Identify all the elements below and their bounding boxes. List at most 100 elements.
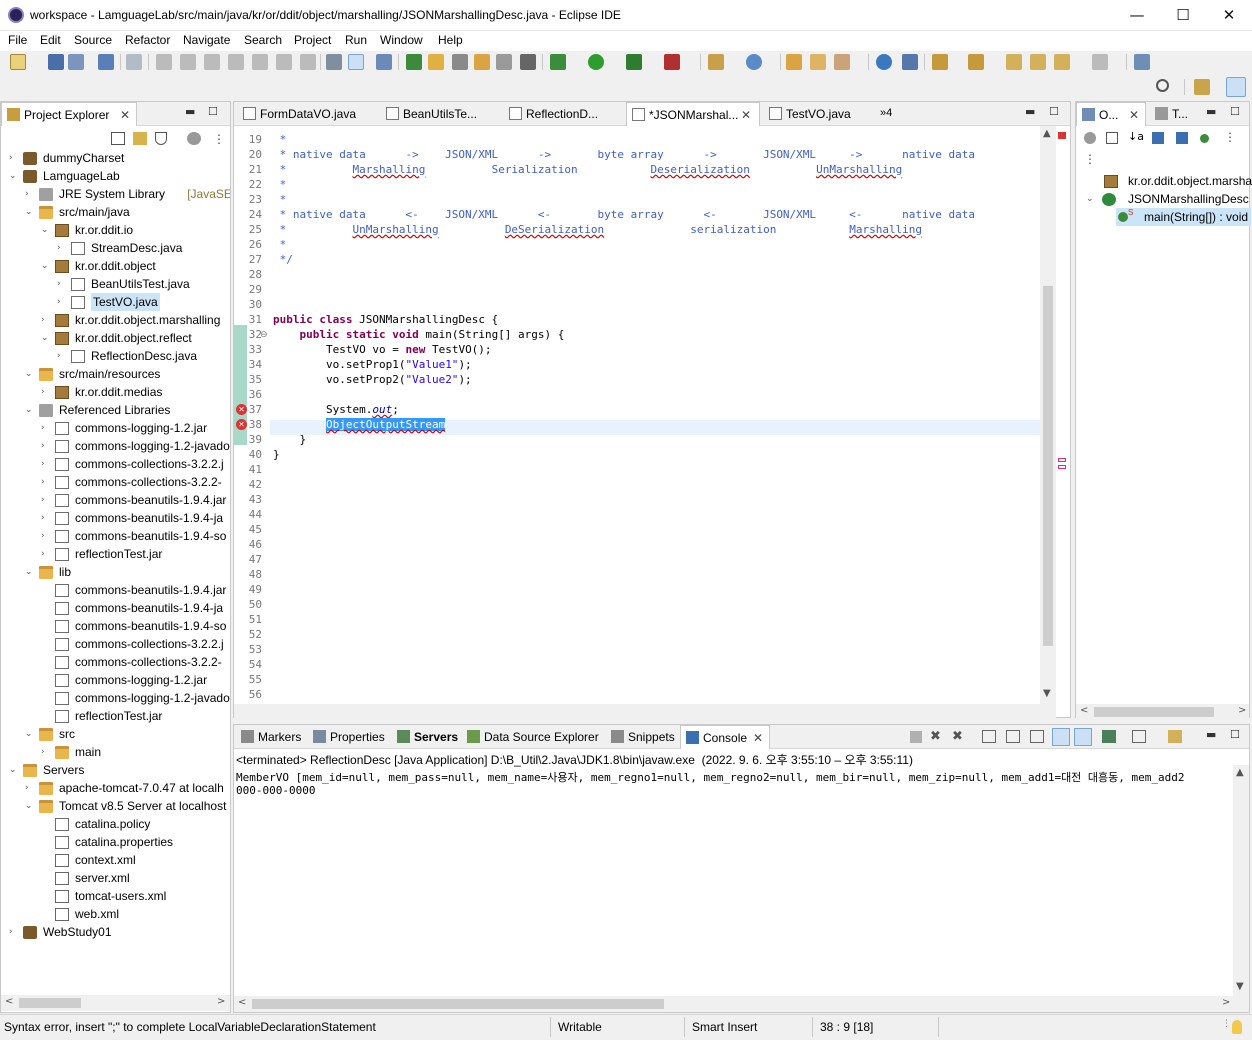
minimize-view-icon[interactable]: ▬ [185, 105, 195, 118]
remove-launch-icon[interactable]: ✖ [930, 729, 941, 744]
coverage-icon[interactable] [626, 54, 642, 70]
tab-servers[interactable]: Servers [392, 725, 460, 749]
tree-item[interactable]: › ReflectionDesc.java [57, 347, 230, 365]
tab-outline[interactable]: O... ✕ [1076, 102, 1146, 126]
search-icon[interactable] [1156, 79, 1169, 92]
tree-item[interactable]: › dummyCharset [9, 149, 230, 167]
editor-vscrollbar[interactable]: ▲ ▼ [1040, 126, 1056, 704]
view-menu-icon[interactable]: ⋮ [1224, 130, 1236, 144]
tab-properties[interactable]: Properties [308, 725, 390, 749]
back-arrow-icon[interactable] [1054, 54, 1070, 70]
chevron-down-icon[interactable]: ⌄ [9, 167, 19, 185]
menu-refactor[interactable]: Refactor [125, 33, 170, 47]
editor-tab-overflow[interactable]: »4 [880, 107, 892, 119]
clear-console-icon[interactable] [982, 730, 996, 743]
run-icon[interactable] [588, 54, 604, 70]
outline-hscrollbar[interactable]: < > [1076, 704, 1249, 720]
tree-item[interactable]: context.xml [41, 851, 230, 869]
tree-item[interactable]: › WebStudy01 [9, 923, 230, 941]
tab-console[interactable]: Console ✕ [680, 725, 770, 749]
editor-tab[interactable]: TestVO.java [764, 102, 880, 126]
toggle-breadcrumb-icon[interactable] [326, 54, 342, 70]
code-line[interactable]: * UnMarshalling DeSerialization serializ… [273, 223, 922, 236]
chevron-down-icon[interactable]: ⌄ [25, 797, 35, 815]
remove-all-icon[interactable]: ✖ [952, 729, 963, 744]
prev-edit-icon[interactable] [968, 54, 984, 70]
code-line[interactable]: public class JSONMarshallingDesc { [273, 313, 498, 326]
mark-occurrences-icon[interactable] [348, 54, 364, 70]
resume-icon[interactable] [156, 54, 172, 70]
minimize-editor-icon[interactable]: ▬ [1025, 105, 1035, 118]
tab-markers[interactable]: Markers [236, 725, 306, 749]
chevron-right-icon[interactable]: › [57, 239, 67, 257]
open-console-icon[interactable] [1168, 730, 1182, 743]
focus-icon[interactable] [1084, 132, 1096, 144]
code-line[interactable]: vo.setProp2("Value2"); [273, 373, 472, 386]
open-type-icon[interactable] [474, 54, 490, 70]
tree-item[interactable]: ⌄ lib [25, 563, 230, 581]
code-line[interactable]: * [273, 193, 287, 206]
close-icon[interactable]: ✕ [120, 103, 130, 126]
tree-item[interactable]: ⌄ kr.or.ddit.io [41, 221, 230, 239]
lightbulb-icon[interactable] [1232, 1020, 1242, 1034]
tree-item[interactable]: commons-collections-3.2.2.j [41, 635, 230, 653]
tree-item[interactable]: commons-beanutils-1.9.4-ja [41, 599, 230, 617]
tree-item[interactable]: › BeanUtilsTest.java [57, 275, 230, 293]
chevron-down-icon[interactable]: ⌄ [41, 329, 51, 347]
chevron-right-icon[interactable]: › [41, 545, 51, 563]
chevron-down-icon[interactable]: ⌄ [41, 257, 51, 275]
display-console-icon[interactable] [1132, 730, 1146, 743]
chevron-down-icon[interactable]: ⌄ [41, 221, 51, 239]
maximize-view-icon[interactable] [1134, 54, 1150, 70]
tree-item[interactable]: › commons-beanutils-1.9.4-ja [41, 509, 230, 527]
code-line[interactable]: * [273, 133, 287, 146]
chevron-down-icon[interactable]: ⌄ [25, 365, 35, 383]
tree-item[interactable]: › commons-collections-3.2.2- [41, 473, 230, 491]
chevron-down-icon[interactable]: ⌄ [25, 203, 35, 221]
open-perspective-icon[interactable] [1194, 79, 1210, 95]
close-icon[interactable]: ✕ [741, 103, 751, 126]
menu-window[interactable]: Window [380, 33, 423, 47]
code-line[interactable]: * [273, 178, 287, 191]
tree-item[interactable]: commons-collections-3.2.2- [41, 653, 230, 671]
chevron-down-icon[interactable]: ⌄ [25, 725, 35, 743]
tree-item[interactable]: › kr.or.ddit.object.marshalling [41, 311, 230, 329]
tree-item[interactable]: › commons-beanutils-1.9.4.jar [41, 491, 230, 509]
chevron-right-icon[interactable]: › [41, 455, 51, 473]
chevron-right-icon[interactable]: › [25, 779, 35, 797]
sort-icon[interactable]: ↓a [1128, 130, 1144, 143]
forward-arrow-icon[interactable] [1092, 54, 1108, 70]
code-line[interactable]: * Marshalling Serialization Deserializat… [273, 163, 903, 176]
chevron-right-icon[interactable]: › [41, 383, 51, 401]
console-vscrollbar[interactable]: ▲ ▼ [1233, 765, 1249, 997]
code-line[interactable]: * [273, 238, 287, 251]
console-hscrollbar[interactable]: < > [234, 996, 1249, 1012]
step-return-icon[interactable] [300, 54, 316, 70]
link-icon[interactable] [452, 54, 468, 70]
tree-item[interactable]: commons-logging-1.2.jar [41, 671, 230, 689]
chevron-right-icon[interactable]: › [41, 473, 51, 491]
step-into-icon[interactable] [252, 54, 268, 70]
tree-item[interactable]: ⌄ src/main/java [25, 203, 230, 221]
minimize-button[interactable]: — [1114, 0, 1160, 31]
tree-item[interactable]: reflectionTest.jar [41, 707, 230, 725]
suspend-icon[interactable] [180, 54, 196, 70]
deploy-icon[interactable] [902, 54, 918, 70]
open-folder-icon[interactable] [786, 54, 802, 70]
minimize-view-icon[interactable]: ▬ [1206, 105, 1216, 118]
new-java-project-icon[interactable] [708, 54, 724, 70]
chevron-right-icon[interactable]: › [41, 437, 51, 455]
show-console-stderr-icon[interactable] [1074, 728, 1092, 746]
disconnect-icon[interactable] [228, 54, 244, 70]
code-line[interactable]: * native data -> JSON/XML -> byte array … [273, 148, 975, 161]
close-window-button[interactable]: ✕ [1206, 0, 1252, 31]
code-line[interactable]: vo.setProp1("Value1"); [273, 358, 472, 371]
next-annotation-icon[interactable] [406, 54, 422, 70]
external-tools-icon[interactable] [664, 54, 680, 70]
menu-run[interactable]: Run [345, 33, 367, 47]
debug-icon[interactable] [550, 54, 566, 70]
hide-nonpublic-icon[interactable] [1200, 134, 1209, 143]
maximize-view-icon[interactable]: ☐ [1230, 105, 1240, 118]
next-edit-icon[interactable] [932, 54, 948, 70]
tree-item[interactable]: › TestVO.java [57, 293, 230, 311]
